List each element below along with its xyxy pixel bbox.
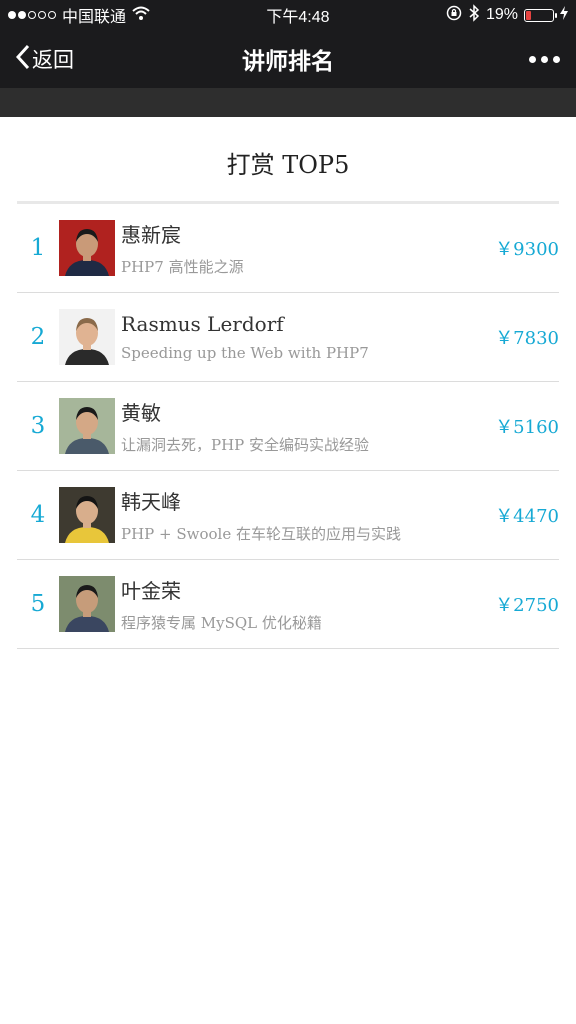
ranking-list: 1 惠新宸 PHP7 高性能之源 ￥9300 2 Rasmus Lerdorf … xyxy=(17,201,559,649)
lecturer-info: Rasmus Lerdorf Speeding up the Web with … xyxy=(121,312,495,362)
lecturer-avatar xyxy=(59,487,115,543)
reward-amount: ￥9300 xyxy=(495,239,559,260)
lecturer-info: 惠新宸 PHP7 高性能之源 xyxy=(121,219,495,277)
battery-level-fill xyxy=(525,10,531,20)
talk-topic: PHP7 高性能之源 xyxy=(121,258,244,276)
page-title: 讲师排名 xyxy=(242,49,334,75)
lecturer-name: Rasmus Lerdorf xyxy=(121,312,284,336)
reward-amount: ￥7830 xyxy=(495,328,559,349)
talk-topic: 让漏洞去死，PHP 安全编码实战经验 xyxy=(121,436,370,454)
talk-topic: PHP + Swoole 在车轮互联的应用与实践 xyxy=(121,525,401,543)
ranking-row[interactable]: 4 韩天峰 PHP + Swoole 在车轮互联的应用与实践 ￥4470 xyxy=(17,471,559,560)
carrier-label: 中国联通 xyxy=(62,9,127,26)
talk-topic: Speeding up the Web with PHP7 xyxy=(121,344,369,362)
lecturer-avatar xyxy=(59,398,115,454)
status-bar: 中国联通 下午4:48 19% xyxy=(0,0,576,30)
wifi-icon xyxy=(132,6,150,25)
lecturer-name: 黄敏 xyxy=(121,401,161,425)
back-label: 返回 xyxy=(32,48,74,72)
back-button[interactable]: 返回 xyxy=(15,44,74,75)
ranking-panel: 打赏 TOP5 1 惠新宸 PHP7 高性能之源 ￥9300 2 Rasmus … xyxy=(0,117,576,649)
rank-number: 1 xyxy=(30,235,46,261)
signal-strength-icon xyxy=(8,11,56,19)
battery-percent: 19% xyxy=(485,6,518,23)
status-right: 19% xyxy=(446,3,568,27)
rank-number: 5 xyxy=(30,591,46,617)
more-options-icon[interactable] xyxy=(529,55,560,63)
rank-number: 2 xyxy=(30,324,46,350)
section-title: 打赏 TOP5 xyxy=(226,151,350,179)
reward-amount: ￥5160 xyxy=(495,417,559,438)
nav-bar: 返回 讲师排名 xyxy=(0,30,576,88)
rank-number: 3 xyxy=(30,413,46,439)
talk-topic: 程序猿专属 MySQL 优化秘籍 xyxy=(121,614,322,632)
lecturer-name: 叶金荣 xyxy=(121,579,181,603)
ranking-row[interactable]: 3 黄敏 让漏洞去死，PHP 安全编码实战经验 ￥5160 xyxy=(17,382,559,471)
ranking-row[interactable]: 1 惠新宸 PHP7 高性能之源 ￥9300 xyxy=(17,204,559,293)
lecturer-name: 惠新宸 xyxy=(121,223,181,247)
lecturer-avatar xyxy=(59,220,115,276)
status-left: 中国联通 xyxy=(8,3,150,27)
chevron-left-icon xyxy=(15,44,30,75)
lecturer-avatar xyxy=(59,576,115,632)
reward-amount: ￥4470 xyxy=(495,506,559,527)
lecturer-info: 叶金荣 程序猿专属 MySQL 优化秘籍 xyxy=(121,575,495,633)
lecturer-name: 韩天峰 xyxy=(121,490,181,514)
ranking-row[interactable]: 2 Rasmus Lerdorf Speeding up the Web wit… xyxy=(17,293,559,382)
lecturer-info: 黄敏 让漏洞去死，PHP 安全编码实战经验 xyxy=(121,397,495,455)
ranking-row[interactable]: 5 叶金荣 程序猿专属 MySQL 优化秘籍 ￥2750 xyxy=(17,560,559,649)
toolbar-strip xyxy=(0,88,576,117)
orientation-lock-icon xyxy=(446,5,462,26)
clock: 下午4:48 xyxy=(266,9,330,26)
bluetooth-icon xyxy=(468,3,480,27)
charging-bolt-icon xyxy=(559,5,568,25)
reward-amount: ￥2750 xyxy=(495,595,559,616)
rank-number: 4 xyxy=(30,502,46,528)
lecturer-avatar xyxy=(59,309,115,365)
lecturer-info: 韩天峰 PHP + Swoole 在车轮互联的应用与实践 xyxy=(121,486,495,544)
battery-icon xyxy=(523,8,557,22)
